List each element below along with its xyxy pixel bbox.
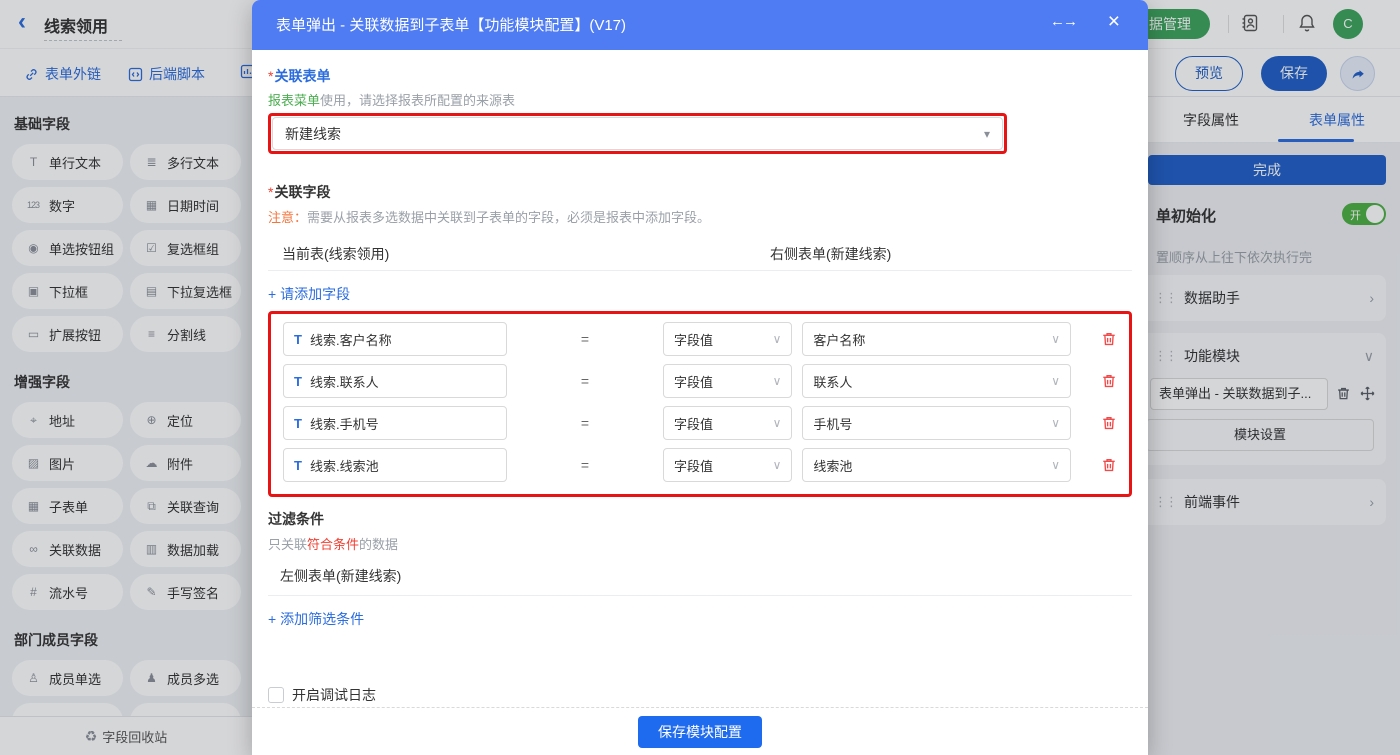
filter-hint-pre: 只关联 bbox=[268, 537, 308, 552]
module-config-modal: 表单弹出 - 关联数据到子表单【功能模块配置】(V17) ←→ × *关联表单 … bbox=[252, 0, 1148, 755]
related-fields-note: 注意：需要从报表多选数据中关联到子表单的字段，必须是报表中添加字段。 bbox=[268, 207, 1132, 226]
caret-down-icon: ∨ bbox=[1051, 458, 1060, 472]
annotation-box-mapping-rows: T 线索.客户名称 = 字段值 ∨ 客户名称 ∨ T 线索.联系人 = 字段值 ∨ 联系人… bbox=[268, 311, 1132, 497]
right-form-header: 右侧表单(新建线索) bbox=[770, 246, 892, 262]
right-field-value: 联系人 bbox=[813, 374, 853, 390]
debug-log-row: 开启调试日志 bbox=[268, 685, 1132, 705]
caret-down-icon: ▾ bbox=[983, 126, 990, 141]
filter-hint: 只关联符合条件的数据 bbox=[268, 534, 1132, 553]
text-icon: T bbox=[294, 331, 302, 347]
value-type-value: 字段值 bbox=[673, 374, 713, 390]
filter-left-form-label: 左侧表单(新建线索) bbox=[280, 568, 402, 584]
value-type-select[interactable]: 字段值 ∨ bbox=[662, 406, 793, 440]
left-field-input[interactable]: T 线索.客户名称 bbox=[283, 322, 507, 356]
value-type-select[interactable]: 字段值 ∨ bbox=[662, 322, 793, 356]
related-form-select-value: 新建线索 bbox=[285, 125, 341, 142]
right-field-select[interactable]: 线索池 ∨ bbox=[802, 448, 1071, 482]
add-field-link[interactable]: + 请添加字段 bbox=[268, 284, 350, 304]
caret-down-icon: ∨ bbox=[772, 458, 782, 472]
delete-row-icon[interactable] bbox=[1101, 331, 1117, 347]
text-icon: T bbox=[294, 457, 302, 473]
value-type-value: 字段值 bbox=[673, 332, 713, 348]
left-field-input[interactable]: T 线索.联系人 bbox=[283, 364, 507, 398]
value-type-value: 字段值 bbox=[673, 458, 713, 474]
filter-hint-post: 的数据 bbox=[359, 537, 399, 552]
left-field-value: 线索.线索池 bbox=[309, 458, 379, 474]
value-type-value: 字段值 bbox=[673, 416, 713, 432]
left-field-value: 线索.客户名称 bbox=[309, 332, 392, 348]
caret-down-icon: ∨ bbox=[1051, 332, 1060, 346]
mapping-row: T 线索.手机号 = 字段值 ∨ 手机号 ∨ bbox=[283, 406, 1117, 440]
right-field-select[interactable]: 客户名称 ∨ bbox=[802, 322, 1071, 356]
debug-log-label: 开启调试日志 bbox=[292, 687, 376, 703]
value-type-select[interactable]: 字段值 ∨ bbox=[662, 448, 793, 482]
modal-footer: 保存模块配置 bbox=[252, 707, 1148, 755]
required-mark: * bbox=[268, 68, 274, 84]
right-field-value: 手机号 bbox=[813, 416, 853, 432]
caret-down-icon: ∨ bbox=[772, 332, 782, 346]
left-field-input[interactable]: T 线索.线索池 bbox=[283, 448, 507, 482]
mapping-row: T 线索.线索池 = 字段值 ∨ 线索池 ∨ bbox=[283, 448, 1117, 482]
left-field-input[interactable]: T 线索.手机号 bbox=[283, 406, 507, 440]
mapping-row: T 线索.联系人 = 字段值 ∨ 联系人 ∨ bbox=[283, 364, 1117, 398]
related-form-hint-rest: 使用，请选择报表所配置的来源表 bbox=[320, 93, 516, 108]
equals-operator: = bbox=[580, 331, 590, 347]
filter-hint-highlight: 符合条件 bbox=[307, 537, 360, 552]
related-fields-label: 关联字段 bbox=[274, 184, 331, 200]
related-form-hint: 报表菜单使用，请选择报表所配置的来源表 bbox=[268, 90, 1132, 109]
delete-row-icon[interactable] bbox=[1101, 457, 1117, 473]
debug-log-checkbox[interactable] bbox=[268, 687, 284, 703]
equals-operator: = bbox=[580, 457, 590, 473]
equals-operator: = bbox=[580, 415, 590, 431]
modal-title: 表单弹出 - 关联数据到子表单【功能模块配置】(V17) bbox=[276, 17, 627, 34]
app-root: ‹ 线索领用 据管理 C 表单外链 后端脚本 预览 保存 基础字段 T 单行文本… bbox=[0, 0, 1400, 755]
related-form-select[interactable]: 新建线索 ▾ bbox=[272, 117, 1003, 150]
required-mark: * bbox=[268, 184, 274, 200]
right-field-select[interactable]: 联系人 ∨ bbox=[802, 364, 1071, 398]
save-module-config-button[interactable]: 保存模块配置 bbox=[638, 715, 762, 748]
value-type-select[interactable]: 字段值 ∨ bbox=[662, 364, 793, 398]
text-icon: T bbox=[294, 415, 302, 431]
mapping-column-headers: 当前表(线索领用) 右侧表单(新建线索) bbox=[268, 244, 1132, 264]
modal-resize-icon[interactable]: ←→ bbox=[1050, 13, 1078, 30]
related-form-label: 关联表单 bbox=[274, 68, 331, 84]
right-field-value: 线索池 bbox=[813, 458, 853, 474]
right-field-select[interactable]: 手机号 ∨ bbox=[802, 406, 1071, 440]
add-filter-link[interactable]: + 添加筛选条件 bbox=[268, 609, 364, 629]
text-icon: T bbox=[294, 373, 302, 389]
header-divider bbox=[268, 270, 1132, 271]
close-icon[interactable]: × bbox=[1108, 10, 1120, 34]
mapping-row: T 线索.客户名称 = 字段值 ∨ 客户名称 ∨ bbox=[283, 322, 1117, 356]
right-field-value: 客户名称 bbox=[813, 332, 866, 348]
note-text: 需要从报表多选数据中关联到子表单的字段，必须是报表中添加字段。 bbox=[307, 210, 711, 225]
delete-row-icon[interactable] bbox=[1101, 373, 1117, 389]
equals-operator: = bbox=[580, 373, 590, 389]
related-form-label-row: *关联表单 bbox=[268, 66, 1132, 86]
annotation-box-form-select: 新建线索 ▾ bbox=[268, 113, 1007, 154]
left-field-value: 线索.联系人 bbox=[309, 374, 379, 390]
caret-down-icon: ∨ bbox=[1051, 374, 1060, 388]
report-menu-hint: 报表菜单 bbox=[268, 93, 321, 108]
note-prefix: 注意： bbox=[268, 210, 308, 225]
delete-row-icon[interactable] bbox=[1101, 415, 1117, 431]
caret-down-icon: ∨ bbox=[772, 416, 782, 430]
caret-down-icon: ∨ bbox=[1051, 416, 1060, 430]
related-fields-label-row: *关联字段 bbox=[268, 182, 1132, 202]
filter-divider bbox=[268, 595, 1132, 596]
modal-header: 表单弹出 - 关联数据到子表单【功能模块配置】(V17) ←→ × bbox=[252, 0, 1148, 50]
modal-body: *关联表单 报表菜单使用，请选择报表所配置的来源表 新建线索 ▾ *关联字段 注… bbox=[252, 50, 1148, 707]
caret-down-icon: ∨ bbox=[772, 374, 782, 388]
left-field-value: 线索.手机号 bbox=[309, 416, 379, 432]
left-table-header: 当前表(线索领用) bbox=[282, 246, 390, 262]
filter-condition-label: 过滤条件 bbox=[268, 511, 324, 527]
